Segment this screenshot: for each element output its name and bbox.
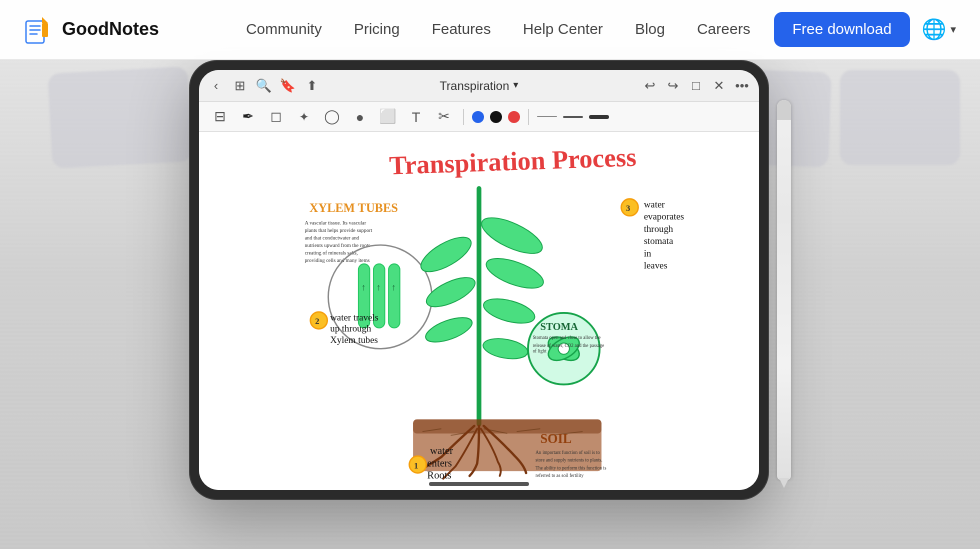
free-download-button[interactable]: Free download xyxy=(774,12,909,47)
document-title: Transpiration xyxy=(440,79,510,93)
header: GoodNotes Community Pricing Features Hel… xyxy=(0,0,980,60)
nav-pricing[interactable]: Pricing xyxy=(354,21,400,38)
logo[interactable]: GoodNotes xyxy=(24,15,159,45)
svg-text:water: water xyxy=(430,446,454,457)
color-blue[interactable] xyxy=(472,111,484,123)
apple-pencil xyxy=(777,100,791,480)
svg-text:referred to as soil fertility: referred to as soil fertility xyxy=(536,474,585,479)
eraser-tool-icon[interactable]: ◻ xyxy=(265,106,287,128)
svg-text:Transpiration Process: Transpiration Process xyxy=(389,143,637,181)
bg-shape-1 xyxy=(48,66,193,168)
svg-text:XYLEM TUBES: XYLEM TUBES xyxy=(309,201,398,215)
overflow-icon[interactable]: ••• xyxy=(733,77,751,95)
image-tool-icon[interactable]: ⬜ xyxy=(377,106,399,128)
svg-text:Stomata open and close to allo: Stomata open and close to allow the xyxy=(533,336,601,341)
svg-text:A vascular tissue. Its vascula: A vascular tissue. Its vascular xyxy=(305,220,367,226)
nav-community[interactable]: Community xyxy=(246,21,322,38)
ipad-home-bar xyxy=(429,482,529,486)
topbar-center: Transpiration ▾ xyxy=(390,79,567,93)
nav-help-center[interactable]: Help Center xyxy=(523,21,603,38)
close-icon[interactable]: ✕ xyxy=(710,77,728,95)
nav-features[interactable]: Features xyxy=(432,21,491,38)
pen-tool-icon[interactable]: ✒ xyxy=(237,106,259,128)
language-selector[interactable]: 🌐 ▾ xyxy=(922,17,956,42)
line-thick[interactable] xyxy=(589,115,609,119)
nav-blog[interactable]: Blog xyxy=(635,21,665,38)
svg-text:An important function of soil: An important function of soil is to xyxy=(536,451,601,456)
svg-text:Xylem tubes: Xylem tubes xyxy=(330,336,378,346)
app-toolbar: ⊟ ✒ ◻ ✦ ◯ ● ⬜ T ✂ xyxy=(199,102,759,132)
svg-text:↑: ↑ xyxy=(361,281,366,292)
svg-text:SOIL: SOIL xyxy=(540,431,572,446)
topbar-left: ‹ ⊞ 🔍 🔖 ⬆ xyxy=(207,77,384,95)
app-topbar: ‹ ⊞ 🔍 🔖 ⬆ Transpiration ▾ ↩ ↪ □ ✕ ••• xyxy=(199,70,759,102)
shape-tool-icon[interactable]: ◯ xyxy=(321,106,343,128)
tablet-wrapper: ‹ ⊞ 🔍 🔖 ⬆ Transpiration ▾ ↩ ↪ □ ✕ ••• xyxy=(189,60,791,500)
svg-text:3: 3 xyxy=(626,203,630,213)
svg-text:nutrients upward from the root: nutrients upward from the roots xyxy=(305,242,371,249)
svg-text:in: in xyxy=(644,249,652,259)
svg-text:stomata: stomata xyxy=(644,237,674,247)
bookmark-icon[interactable]: 🔖 xyxy=(279,77,297,95)
logo-text: GoodNotes xyxy=(62,19,159,40)
line-medium[interactable] xyxy=(563,116,583,118)
svg-text:and that conductwater and: and that conductwater and xyxy=(305,235,360,241)
globe-icon: 🌐 xyxy=(922,17,947,42)
svg-text:water travels: water travels xyxy=(330,313,379,323)
redo-icon[interactable]: ↪ xyxy=(664,77,682,95)
app-canvas[interactable]: Transpiration Process XYLEM TUBES A vasc… xyxy=(199,132,759,490)
svg-text:2: 2 xyxy=(315,316,319,326)
scissors-icon[interactable]: ✂ xyxy=(433,106,455,128)
search-icon[interactable]: 🔍 xyxy=(255,77,273,95)
chevron-down-icon: ▾ xyxy=(950,23,956,36)
title-chevron: ▾ xyxy=(513,80,518,91)
svg-text:store and supply nutrients to: store and supply nutrients to plants. xyxy=(536,459,603,464)
color-black[interactable] xyxy=(490,111,502,123)
line-thin[interactable] xyxy=(537,116,557,117)
back-icon[interactable]: ‹ xyxy=(207,77,225,95)
svg-text:through: through xyxy=(644,225,674,235)
svg-text:↑: ↑ xyxy=(391,281,396,292)
svg-text:evaporates: evaporates xyxy=(644,213,685,223)
svg-text:up through: up through xyxy=(330,325,371,335)
grid-icon[interactable]: ⊞ xyxy=(231,77,249,95)
ipad-screen: ‹ ⊞ 🔍 🔖 ⬆ Transpiration ▾ ↩ ↪ □ ✕ ••• xyxy=(199,70,759,490)
nav-careers[interactable]: Careers xyxy=(697,21,750,38)
sidebar-toggle-icon[interactable]: ⊟ xyxy=(209,106,231,128)
lasso-tool-icon[interactable]: ✦ xyxy=(293,106,315,128)
svg-text:The ability to perform this fu: The ability to perform this function is xyxy=(536,466,607,471)
svg-text:release of water, CO2 and the: release of water, CO2 and the passage xyxy=(533,344,605,349)
record-icon[interactable]: ● xyxy=(349,106,371,128)
svg-text:providing cells and many items: providing cells and many items xyxy=(305,258,370,264)
svg-text:↑: ↑ xyxy=(376,281,381,292)
color-red[interactable] xyxy=(508,111,520,123)
svg-text:leaves: leaves xyxy=(644,262,668,272)
svg-text:Roots: Roots xyxy=(427,471,451,482)
svg-text:enters: enters xyxy=(427,458,452,469)
undo-icon[interactable]: ↩ xyxy=(641,77,659,95)
drawing-canvas: Transpiration Process XYLEM TUBES A vasc… xyxy=(199,132,759,490)
svg-text:1: 1 xyxy=(414,460,418,470)
text-tool-icon[interactable]: T xyxy=(405,106,427,128)
svg-text:of light: of light xyxy=(533,349,547,354)
toolbar-separator-1 xyxy=(463,109,464,125)
more-icon[interactable]: □ xyxy=(687,77,705,95)
svg-text:STOMA: STOMA xyxy=(540,322,578,333)
ipad-device: ‹ ⊞ 🔍 🔖 ⬆ Transpiration ▾ ↩ ↪ □ ✕ ••• xyxy=(189,60,769,500)
share-icon[interactable]: ⬆ xyxy=(303,77,321,95)
nav: Community Pricing Features Help Center B… xyxy=(246,21,750,38)
bg-shape-6 xyxy=(840,70,960,165)
toolbar-separator-2 xyxy=(528,109,529,125)
svg-text:water: water xyxy=(644,200,666,210)
logo-icon xyxy=(24,15,54,45)
svg-text:plants that helps provide supp: plants that helps provide support xyxy=(305,228,373,234)
topbar-right: ↩ ↪ □ ✕ ••• xyxy=(574,77,751,95)
